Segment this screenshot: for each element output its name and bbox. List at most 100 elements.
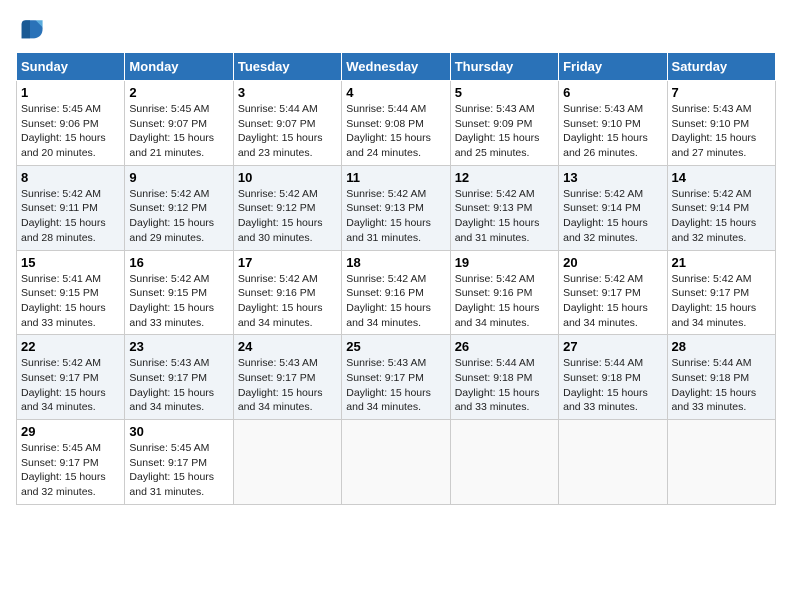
calendar-cell-2: 2Sunrise: 5:45 AM Sunset: 9:07 PM Daylig…: [125, 81, 233, 166]
header-wednesday: Wednesday: [342, 53, 450, 81]
day-info: Sunrise: 5:42 AM Sunset: 9:13 PM Dayligh…: [346, 187, 445, 246]
calendar-cell-16: 16 Sunrise: 5:42 AM Sunset: 9:15 PM Dayli…: [125, 250, 233, 335]
calendar-header: SundayMondayTuesdayWednesdayThursdayFrid…: [17, 53, 776, 81]
day-info: Sunrise: 5:44 AM Sunset: 9:07 PM Dayligh…: [238, 102, 337, 161]
day-info: Sunrise: 5:42 AM Sunset: 9:12 PM Dayligh…: [238, 187, 337, 246]
page-header: [16, 16, 776, 44]
day-number: 7: [672, 85, 771, 100]
calendar-cell-23: 23 Sunrise: 5:43 AM Sunset: 9:17 PM Dayli…: [125, 335, 233, 420]
day-info: Sunrise: 5:45 AM Sunset: 9:17 PM Dayligh…: [21, 441, 120, 500]
calendar-week-3: 15 Sunrise: 5:41 AM Sunset: 9:15 PM Dayli…: [17, 250, 776, 335]
day-number: 24: [238, 339, 337, 354]
header-thursday: Thursday: [450, 53, 558, 81]
calendar-cell-30: 30 Sunrise: 5:45 AM Sunset: 9:17 PM Dayli…: [125, 420, 233, 505]
calendar-cell-20: 20 Sunrise: 5:42 AM Sunset: 9:17 PM Dayli…: [559, 250, 667, 335]
day-info: Sunrise: 5:42 AM Sunset: 9:16 PM Dayligh…: [238, 272, 337, 331]
day-number: 6: [563, 85, 662, 100]
calendar-cell-8: 8 Sunrise: 5:42 AM Sunset: 9:11 PM Daylig…: [17, 165, 125, 250]
calendar-cell-6: 6 Sunrise: 5:43 AM Sunset: 9:10 PM Daylig…: [559, 81, 667, 166]
calendar-cell-empty: [667, 420, 775, 505]
day-number: 14: [672, 170, 771, 185]
day-info: Sunrise: 5:45 AM Sunset: 9:17 PM Dayligh…: [129, 441, 228, 500]
header-friday: Friday: [559, 53, 667, 81]
calendar-week-1: 1 Sunrise: 5:45 AM Sunset: 9:06 PM Daylig…: [17, 81, 776, 166]
day-number: 16: [129, 255, 228, 270]
day-info: Sunrise: 5:42 AM Sunset: 9:15 PM Dayligh…: [129, 272, 228, 331]
day-number: 10: [238, 170, 337, 185]
day-number: 23: [129, 339, 228, 354]
header-sunday: Sunday: [17, 53, 125, 81]
calendar-table: SundayMondayTuesdayWednesdayThursdayFrid…: [16, 52, 776, 505]
calendar-cell-27: 27Sunrise: 5:44 AM Sunset: 9:18 PM Dayli…: [559, 335, 667, 420]
day-number: 15: [21, 255, 120, 270]
day-number: 28: [672, 339, 771, 354]
day-info: Sunrise: 5:44 AM Sunset: 9:08 PM Dayligh…: [346, 102, 445, 161]
day-number: 21: [672, 255, 771, 270]
day-number: 1: [21, 85, 120, 100]
calendar-cell-19: 19 Sunrise: 5:42 AM Sunset: 9:16 PM Dayli…: [450, 250, 558, 335]
day-info: Sunrise: 5:43 AM Sunset: 9:10 PM Dayligh…: [563, 102, 662, 161]
day-number: 11: [346, 170, 445, 185]
header-monday: Monday: [125, 53, 233, 81]
calendar-cell-1: 1 Sunrise: 5:45 AM Sunset: 9:06 PM Daylig…: [17, 81, 125, 166]
day-info: Sunrise: 5:42 AM Sunset: 9:17 PM Dayligh…: [563, 272, 662, 331]
calendar-cell-9: 9 Sunrise: 5:42 AM Sunset: 9:12 PM Daylig…: [125, 165, 233, 250]
day-number: 30: [129, 424, 228, 439]
calendar-cell-14: 14 Sunrise: 5:42 AM Sunset: 9:14 PM Dayli…: [667, 165, 775, 250]
day-info: Sunrise: 5:43 AM Sunset: 9:09 PM Dayligh…: [455, 102, 554, 161]
day-info: Sunrise: 5:42 AM Sunset: 9:14 PM Dayligh…: [672, 187, 771, 246]
day-number: 9: [129, 170, 228, 185]
day-number: 12: [455, 170, 554, 185]
day-info: Sunrise: 5:42 AM Sunset: 9:16 PM Dayligh…: [455, 272, 554, 331]
day-info: Sunrise: 5:43 AM Sunset: 9:17 PM Dayligh…: [129, 356, 228, 415]
calendar-cell-11: 11 Sunrise: 5:42 AM Sunset: 9:13 PM Dayli…: [342, 165, 450, 250]
day-info: Sunrise: 5:44 AM Sunset: 9:18 PM Dayligh…: [672, 356, 771, 415]
day-info: Sunrise: 5:42 AM Sunset: 9:13 PM Dayligh…: [455, 187, 554, 246]
calendar-cell-18: 18Sunrise: 5:42 AM Sunset: 9:16 PM Dayli…: [342, 250, 450, 335]
day-number: 27: [563, 339, 662, 354]
header-tuesday: Tuesday: [233, 53, 341, 81]
calendar-cell-empty: [233, 420, 341, 505]
day-info: Sunrise: 5:42 AM Sunset: 9:17 PM Dayligh…: [672, 272, 771, 331]
day-number: 20: [563, 255, 662, 270]
calendar-cell-10: 10 Sunrise: 5:42 AM Sunset: 9:12 PM Dayli…: [233, 165, 341, 250]
day-number: 5: [455, 85, 554, 100]
day-info: Sunrise: 5:44 AM Sunset: 9:18 PM Dayligh…: [455, 356, 554, 415]
day-info: Sunrise: 5:43 AM Sunset: 9:10 PM Dayligh…: [672, 102, 771, 161]
day-number: 4: [346, 85, 445, 100]
day-info: Sunrise: 5:42 AM Sunset: 9:16 PM Dayligh…: [346, 272, 445, 331]
calendar-cell-15: 15 Sunrise: 5:41 AM Sunset: 9:15 PM Dayli…: [17, 250, 125, 335]
logo: [16, 16, 48, 44]
day-number: 13: [563, 170, 662, 185]
day-number: 17: [238, 255, 337, 270]
day-number: 22: [21, 339, 120, 354]
day-number: 8: [21, 170, 120, 185]
day-number: 19: [455, 255, 554, 270]
calendar-cell-5: 5 Sunrise: 5:43 AM Sunset: 9:09 PM Daylig…: [450, 81, 558, 166]
calendar-cell-4: 4 Sunrise: 5:44 AM Sunset: 9:08 PM Daylig…: [342, 81, 450, 166]
calendar-cell-25: 25 Sunrise: 5:43 AM Sunset: 9:17 PM Dayli…: [342, 335, 450, 420]
day-info: Sunrise: 5:42 AM Sunset: 9:12 PM Dayligh…: [129, 187, 228, 246]
day-info: Sunrise: 5:43 AM Sunset: 9:17 PM Dayligh…: [346, 356, 445, 415]
calendar-cell-3: 3 Sunrise: 5:44 AM Sunset: 9:07 PM Daylig…: [233, 81, 341, 166]
calendar-cell-22: 22Sunrise: 5:42 AM Sunset: 9:17 PM Dayli…: [17, 335, 125, 420]
day-number: 25: [346, 339, 445, 354]
calendar-cell-17: 17 Sunrise: 5:42 AM Sunset: 9:16 PM Dayli…: [233, 250, 341, 335]
day-number: 3: [238, 85, 337, 100]
calendar-cell-21: 21 Sunrise: 5:42 AM Sunset: 9:17 PM Dayli…: [667, 250, 775, 335]
calendar-cell-26: 26 Sunrise: 5:44 AM Sunset: 9:18 PM Dayli…: [450, 335, 558, 420]
day-info: Sunrise: 5:41 AM Sunset: 9:15 PM Dayligh…: [21, 272, 120, 331]
header-row: SundayMondayTuesdayWednesdayThursdayFrid…: [17, 53, 776, 81]
calendar-cell-empty: [342, 420, 450, 505]
calendar-week-4: 22Sunrise: 5:42 AM Sunset: 9:17 PM Dayli…: [17, 335, 776, 420]
calendar-cell-28: 28 Sunrise: 5:44 AM Sunset: 9:18 PM Dayli…: [667, 335, 775, 420]
day-info: Sunrise: 5:42 AM Sunset: 9:11 PM Dayligh…: [21, 187, 120, 246]
day-info: Sunrise: 5:42 AM Sunset: 9:14 PM Dayligh…: [563, 187, 662, 246]
calendar-body: 1 Sunrise: 5:45 AM Sunset: 9:06 PM Daylig…: [17, 81, 776, 505]
day-number: 29: [21, 424, 120, 439]
calendar-cell-7: 7 Sunrise: 5:43 AM Sunset: 9:10 PM Daylig…: [667, 81, 775, 166]
calendar-cell-24: 24Sunrise: 5:43 AM Sunset: 9:17 PM Dayli…: [233, 335, 341, 420]
day-number: 26: [455, 339, 554, 354]
day-info: Sunrise: 5:45 AM Sunset: 9:06 PM Dayligh…: [21, 102, 120, 161]
calendar-week-2: 8 Sunrise: 5:42 AM Sunset: 9:11 PM Daylig…: [17, 165, 776, 250]
